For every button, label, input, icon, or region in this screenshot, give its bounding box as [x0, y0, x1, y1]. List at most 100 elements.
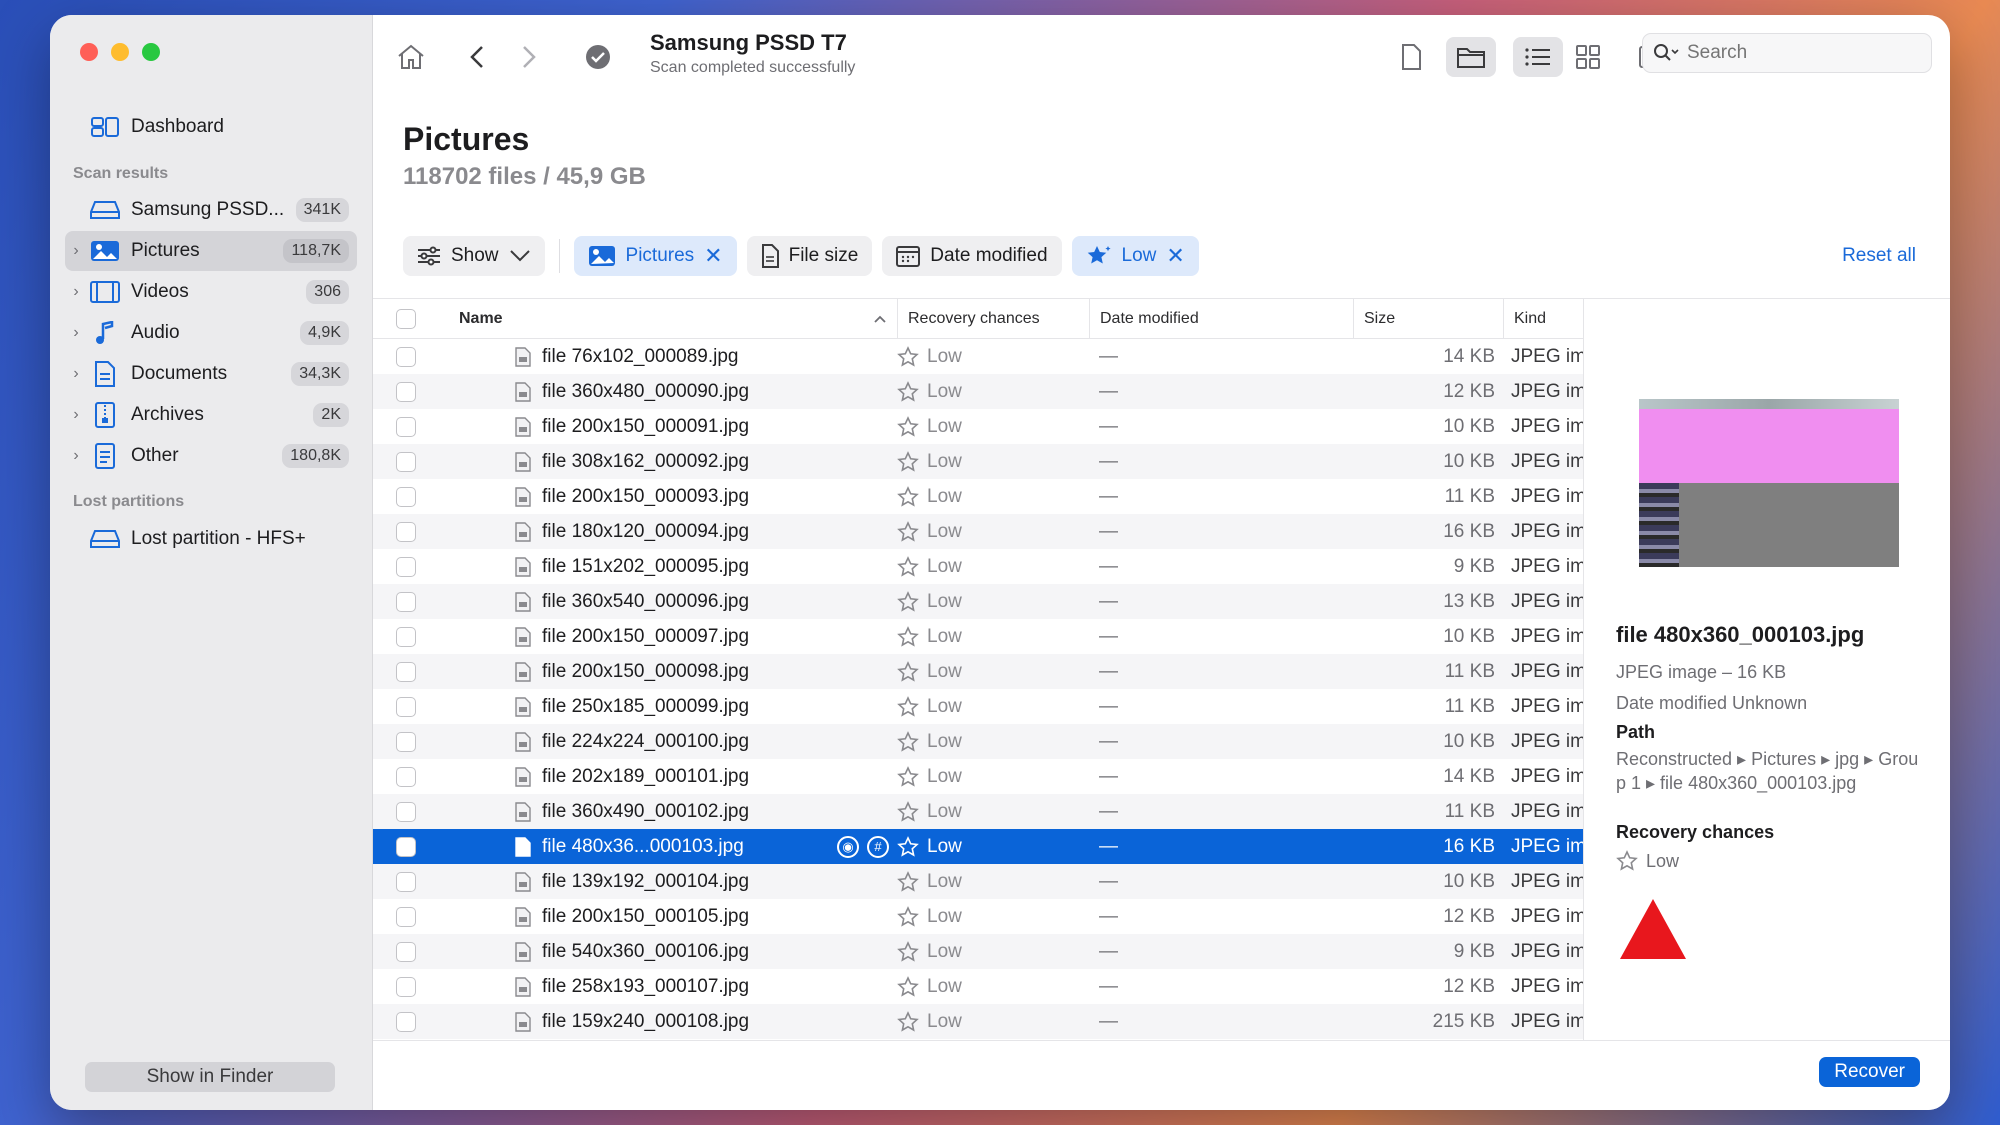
sidebar-item-archives[interactable]: › Archives 2K: [65, 395, 357, 435]
search-field[interactable]: [1642, 33, 1932, 73]
file-name: file 360x540_000096.jpg: [542, 590, 750, 612]
row-checkbox[interactable]: [396, 381, 416, 402]
select-all-checkbox[interactable]: [396, 308, 416, 329]
row-checkbox[interactable]: [396, 1011, 416, 1032]
table-row[interactable]: file 258x193_000107.jpg Low — 12 KB JPEG…: [373, 969, 1583, 1004]
date-modified: —: [1099, 975, 1118, 997]
pictures-filter-chip[interactable]: Pictures ✕: [573, 236, 737, 276]
file-name: file 224x224_000100.jpg: [542, 730, 750, 752]
date-modified: —: [1099, 1010, 1118, 1032]
date-modified-filter-button[interactable]: Date modified: [882, 236, 1062, 276]
row-checkbox[interactable]: [396, 521, 416, 542]
row-checkbox[interactable]: [396, 731, 416, 752]
table-row[interactable]: file 200x150_000105.jpg Low — 12 KB JPEG…: [373, 899, 1583, 934]
row-checkbox[interactable]: [396, 871, 416, 892]
column-date[interactable]: Date modified: [1089, 299, 1353, 339]
column-size[interactable]: Size: [1353, 299, 1503, 339]
remove-filter-icon[interactable]: ✕: [704, 243, 722, 269]
date-modified: —: [1099, 695, 1118, 717]
preview-date-modified: Date modified Unknown: [1616, 693, 1808, 713]
row-checkbox[interactable]: [396, 486, 416, 507]
back-icon[interactable]: [457, 37, 497, 77]
sidebar-item-lost-partition[interactable]: Lost partition - HFS+: [65, 519, 357, 559]
table-row[interactable]: file 360x490_000102.jpg Low — 11 KB JPEG…: [373, 794, 1583, 829]
table-row[interactable]: file 180x120_000094.jpg Low — 16 KB JPEG…: [373, 514, 1583, 549]
row-checkbox[interactable]: [396, 801, 416, 822]
chevron-right-icon[interactable]: ›: [65, 283, 87, 301]
minimize-window-button[interactable]: [111, 43, 129, 61]
preview-recovery-value: Low: [1646, 850, 1680, 871]
search-input[interactable]: [1687, 42, 1887, 64]
table-row[interactable]: file 360x540_000096.jpg Low — 13 KB JPEG…: [373, 584, 1583, 619]
jpeg-file-icon: [515, 661, 531, 682]
row-checkbox[interactable]: [396, 696, 416, 717]
table-row[interactable]: file 250x185_000099.jpg Low — 11 KB JPEG…: [373, 689, 1583, 724]
column-kind[interactable]: Kind: [1503, 299, 1583, 339]
chevron-right-icon[interactable]: ›: [65, 324, 87, 342]
table-row[interactable]: file 480x36...000103.jpg ◉ # Low — 16 KB …: [373, 829, 1583, 864]
sidebar-item-dashboard[interactable]: Dashboard: [65, 107, 357, 147]
table-row[interactable]: file 139x192_000104.jpg Low — 10 KB JPEG…: [373, 864, 1583, 899]
grid-view-icon[interactable]: [1568, 37, 1608, 77]
file-name: file 200x150_000098.jpg: [542, 660, 750, 682]
jpeg-file-icon: [515, 976, 531, 997]
table-row[interactable]: file 224x224_000100.jpg Low — 10 KB JPEG…: [373, 724, 1583, 759]
low-filter-label: Low: [1121, 245, 1157, 266]
column-name[interactable]: Name: [439, 310, 897, 328]
row-checkbox[interactable]: [396, 626, 416, 647]
row-checkbox[interactable]: [396, 416, 416, 437]
file-view-icon[interactable]: [1391, 37, 1431, 77]
eye-icon[interactable]: ◉: [837, 835, 859, 858]
row-checkbox[interactable]: [396, 836, 416, 857]
chevron-right-icon[interactable]: ›: [65, 242, 87, 260]
table-row[interactable]: file 151x202_000095.jpg Low — 9 KB JPEG …: [373, 549, 1583, 584]
home-icon[interactable]: [391, 37, 431, 77]
row-checkbox[interactable]: [396, 661, 416, 682]
row-checkbox[interactable]: [396, 941, 416, 962]
table-row[interactable]: file 360x480_000090.jpg Low — 12 KB JPEG…: [373, 374, 1583, 409]
sidebar-item-audio[interactable]: › Audio 4,9K: [65, 313, 357, 353]
row-checkbox[interactable]: [396, 766, 416, 787]
table-row[interactable]: file 540x360_000106.jpg Low — 9 KB JPEG …: [373, 934, 1583, 969]
sidebar-item-documents[interactable]: › Documents 34,3K: [65, 354, 357, 394]
row-checkbox[interactable]: [396, 976, 416, 997]
date-modified: —: [1099, 870, 1118, 892]
sidebar-item-samsung-drive[interactable]: Samsung PSSD... 341K: [65, 190, 357, 230]
forward-icon[interactable]: [509, 37, 549, 77]
table-row[interactable]: file 308x162_000092.jpg Low — 10 KB JPEG…: [373, 444, 1583, 479]
chevron-right-icon[interactable]: ›: [65, 447, 87, 465]
hash-icon[interactable]: #: [867, 835, 889, 858]
table-row[interactable]: file 200x150_000098.jpg Low — 11 KB JPEG…: [373, 654, 1583, 689]
recover-button[interactable]: Recover: [1819, 1057, 1920, 1087]
row-checkbox[interactable]: [396, 346, 416, 367]
column-recovery[interactable]: Recovery chances: [897, 299, 1089, 339]
preview-path-header: Path: [1616, 722, 1656, 742]
table-row[interactable]: file 200x150_000093.jpg Low — 11 KB JPEG…: [373, 479, 1583, 514]
low-filter-chip[interactable]: Low ✕: [1071, 236, 1199, 276]
file-kind: JPEG ima...: [1511, 555, 1583, 577]
row-checkbox[interactable]: [396, 906, 416, 927]
sidebar-item-videos[interactable]: › Videos 306: [65, 272, 357, 312]
row-checkbox[interactable]: [396, 451, 416, 472]
reset-all-link[interactable]: Reset all: [1842, 245, 1916, 267]
sidebar-item-other[interactable]: › Other 180,8K: [65, 436, 357, 476]
table-row[interactable]: file 159x240_000108.jpg Low — 215 KB JPE…: [373, 1004, 1583, 1039]
table-row[interactable]: file 200x150_000091.jpg Low — 10 KB JPEG…: [373, 409, 1583, 444]
show-in-finder-button[interactable]: Show in Finder: [85, 1062, 335, 1092]
close-window-button[interactable]: [80, 43, 98, 61]
show-filter-button[interactable]: Show: [403, 236, 545, 276]
table-row[interactable]: file 202x189_000101.jpg Low — 14 KB JPEG…: [373, 759, 1583, 794]
sidebar-item-pictures[interactable]: › Pictures 118,7K: [65, 231, 357, 271]
table-row[interactable]: file 200x150_000097.jpg Low — 10 KB JPEG…: [373, 619, 1583, 654]
table-row[interactable]: file 76x102_000089.jpg Low — 14 KB JPEG …: [373, 339, 1583, 374]
folder-view-icon[interactable]: [1446, 37, 1496, 77]
file-size: 10 KB: [1443, 450, 1495, 472]
zoom-window-button[interactable]: [142, 43, 160, 61]
row-checkbox[interactable]: [396, 591, 416, 612]
row-checkbox[interactable]: [396, 556, 416, 577]
file-size-filter-button[interactable]: File size: [746, 236, 873, 276]
chevron-right-icon[interactable]: ›: [65, 365, 87, 383]
remove-filter-icon[interactable]: ✕: [1166, 243, 1184, 269]
chevron-right-icon[interactable]: ›: [65, 406, 87, 424]
list-view-icon[interactable]: [1513, 37, 1563, 77]
